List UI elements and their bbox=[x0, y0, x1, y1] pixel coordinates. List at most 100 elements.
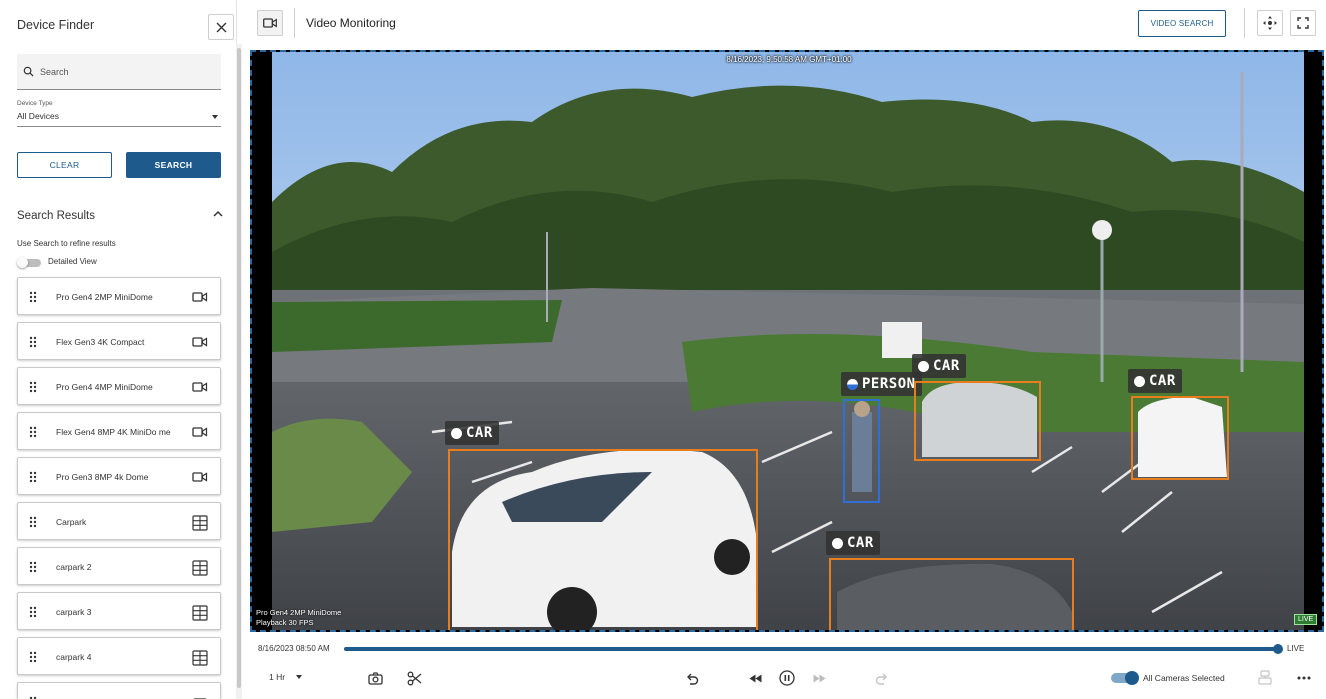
device-finder-panel: Device Finder Device Type All Devices CL… bbox=[0, 0, 237, 699]
live-badge: LIVE bbox=[1294, 614, 1318, 625]
drag-handle-icon[interactable] bbox=[29, 650, 37, 663]
panel-title: Device Finder bbox=[17, 18, 95, 32]
detailed-view-toggle[interactable] bbox=[17, 257, 43, 268]
snapshot-button[interactable] bbox=[366, 669, 384, 687]
car-detection-label: CAR bbox=[826, 531, 880, 555]
drag-handle-icon[interactable] bbox=[29, 695, 37, 699]
drag-handle-icon[interactable] bbox=[29, 515, 37, 528]
grid-layout-icon bbox=[192, 650, 208, 666]
playback-rate: Playback 30 FPS bbox=[256, 618, 314, 627]
timeline-live-label: LIVE bbox=[1287, 644, 1305, 653]
car-detection-box bbox=[914, 381, 1041, 461]
search-results-title: Search Results bbox=[17, 210, 95, 222]
drag-handle-icon[interactable] bbox=[29, 335, 37, 348]
pause-icon bbox=[779, 670, 795, 686]
page-title: Video Monitoring bbox=[306, 16, 396, 30]
timeline-scrubber[interactable] bbox=[1273, 644, 1283, 654]
sync-cameras-icon bbox=[1258, 670, 1272, 685]
result-item[interactable]: Pro Gen4 4MP MiniDome bbox=[17, 367, 221, 405]
search-icon bbox=[23, 66, 34, 77]
toggle-knob bbox=[1125, 671, 1139, 685]
drag-handle-icon[interactable] bbox=[29, 290, 37, 303]
result-item[interactable]: Flex Gen4 8MP 4K MiniDo me bbox=[17, 412, 221, 450]
result-item[interactable]: carpark 4 bbox=[17, 637, 221, 675]
undo-button[interactable] bbox=[683, 669, 701, 687]
car-icon bbox=[832, 537, 843, 549]
drag-handle-icon[interactable] bbox=[29, 560, 37, 573]
scissors-icon bbox=[407, 671, 421, 685]
device-type-select[interactable]: All Devices bbox=[17, 111, 221, 127]
video-search-button[interactable]: VIDEO SEARCH bbox=[1138, 10, 1226, 37]
pause-button[interactable] bbox=[778, 669, 796, 687]
video-camera-icon bbox=[263, 18, 277, 28]
car-detection-box bbox=[1131, 396, 1229, 480]
redo-button[interactable] bbox=[873, 669, 891, 687]
result-item[interactable]: carpark 3 bbox=[17, 592, 221, 630]
car-detection-label: CAR bbox=[445, 421, 499, 445]
caret-down-icon bbox=[212, 115, 218, 119]
ptz-move-icon bbox=[1263, 16, 1277, 30]
camera-info-overlay: Pro Gen4 2MP MiniDome Playback 30 FPS bbox=[256, 608, 341, 628]
result-item[interactable]: Pro Gen4 2MP MiniDome bbox=[17, 277, 221, 315]
redo-icon bbox=[875, 673, 887, 685]
result-item[interactable]: Carpark bbox=[17, 502, 221, 540]
search-field[interactable] bbox=[17, 54, 221, 90]
toggle-knob bbox=[17, 257, 28, 268]
drag-handle-icon[interactable] bbox=[29, 425, 37, 438]
timeline-start-time: 8/16/2023 08:50 AM bbox=[258, 644, 330, 653]
results-hint: Use Search to refine results bbox=[17, 239, 116, 248]
result-item[interactable]: carpark 2 bbox=[17, 547, 221, 585]
timestamp-overlay: 8/16/2023, 9:50:58 AM GMT+01:00 bbox=[726, 55, 852, 64]
result-item[interactable]: off... bbox=[17, 682, 221, 699]
car-detection-box bbox=[448, 449, 758, 630]
result-item-label: Pro Gen3 8MP 4k Dome bbox=[56, 472, 149, 482]
drag-handle-icon[interactable] bbox=[29, 470, 37, 483]
camera-icon bbox=[192, 380, 208, 394]
drag-handle-icon[interactable] bbox=[29, 605, 37, 618]
fast-forward-button[interactable] bbox=[810, 669, 828, 687]
rewind-button[interactable] bbox=[746, 669, 764, 687]
device-type-value: All Devices bbox=[17, 111, 60, 121]
all-cameras-toggle[interactable] bbox=[1111, 671, 1139, 685]
result-item[interactable]: Pro Gen3 8MP 4k Dome bbox=[17, 457, 221, 495]
clip-button[interactable] bbox=[405, 669, 423, 687]
camera-mode-button[interactable] bbox=[257, 10, 283, 36]
camera-name: Pro Gen4 2MP MiniDome bbox=[256, 608, 342, 617]
sidebar-scrollbar[interactable] bbox=[236, 44, 242, 699]
result-item-label: Pro Gen4 2MP MiniDome bbox=[56, 292, 153, 302]
rewind-icon bbox=[749, 674, 761, 682]
fullscreen-button[interactable] bbox=[1290, 10, 1316, 36]
camera-icon bbox=[192, 290, 208, 304]
timeline-track[interactable] bbox=[344, 647, 1279, 651]
grid-layout-icon bbox=[192, 605, 208, 621]
grid-layout-icon bbox=[192, 515, 208, 531]
camera-snapshot-icon bbox=[367, 671, 383, 685]
device-type-label: Device Type bbox=[17, 100, 53, 107]
car-icon bbox=[918, 360, 929, 372]
car-detection-label: CAR bbox=[1128, 369, 1182, 393]
result-item[interactable]: Flex Gen3 4K Compact bbox=[17, 322, 221, 360]
grid-layout-icon bbox=[192, 560, 208, 576]
search-button[interactable]: SEARCH bbox=[126, 152, 221, 178]
time-range-select[interactable]: 1 Hr bbox=[269, 672, 285, 682]
more-horizontal-icon bbox=[1297, 676, 1311, 680]
clear-button[interactable]: CLEAR bbox=[17, 152, 112, 178]
close-icon bbox=[216, 22, 226, 32]
sync-cameras-button[interactable] bbox=[1256, 669, 1274, 687]
ptz-control-button[interactable] bbox=[1257, 10, 1283, 36]
drag-handle-icon[interactable] bbox=[29, 380, 37, 393]
detailed-view-label: Detailed View bbox=[48, 257, 97, 266]
close-panel-button[interactable] bbox=[208, 14, 234, 40]
caret-down-icon[interactable] bbox=[296, 675, 302, 679]
camera-icon bbox=[192, 335, 208, 349]
person-detection-label: PERSON bbox=[841, 372, 922, 396]
search-input[interactable] bbox=[40, 66, 210, 77]
result-item-label: carpark 3 bbox=[56, 607, 92, 617]
video-player[interactable]: 8/16/2023, 9:50:58 AM GMT+01:00 Pro Gen4… bbox=[250, 50, 1324, 632]
more-options-button[interactable] bbox=[1295, 669, 1313, 687]
chevron-up-icon[interactable] bbox=[212, 208, 224, 220]
result-item-label: carpark 4 bbox=[56, 652, 92, 662]
divider bbox=[294, 8, 295, 38]
scrollbar-thumb[interactable] bbox=[237, 48, 241, 688]
header-bar: Video Monitoring VIDEO SEARCH bbox=[247, 0, 1326, 46]
